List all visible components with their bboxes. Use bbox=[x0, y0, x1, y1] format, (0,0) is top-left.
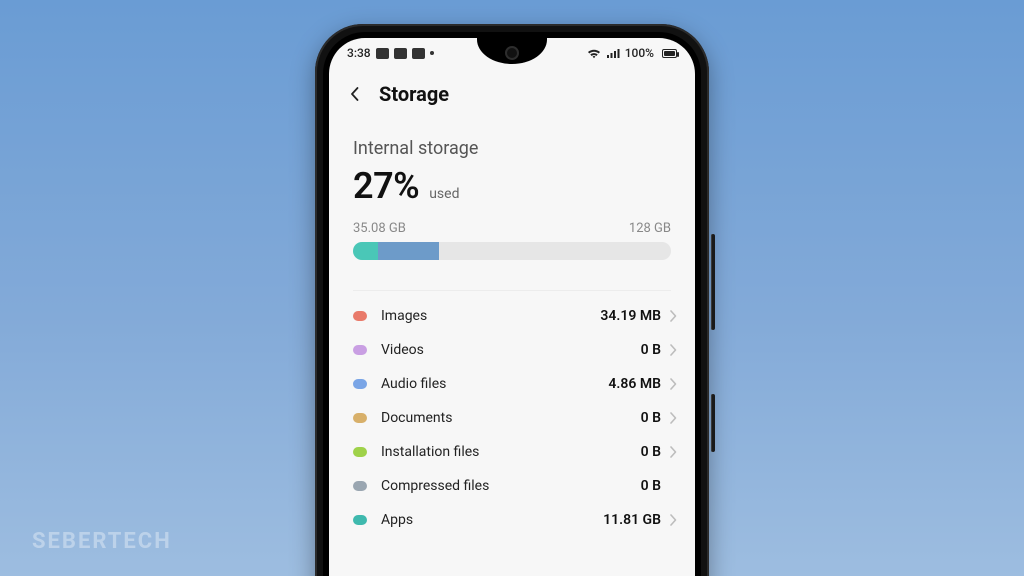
category-swatch bbox=[353, 515, 367, 525]
category-label: Images bbox=[367, 308, 600, 324]
category-label: Compressed files bbox=[367, 478, 641, 494]
category-value: 0 B bbox=[641, 444, 665, 460]
overview-used-amount: 35.08 GB bbox=[353, 221, 406, 236]
category-value: 0 B bbox=[641, 342, 665, 358]
back-button[interactable] bbox=[345, 84, 365, 104]
gallery-icon bbox=[376, 48, 389, 59]
category-value: 0 B bbox=[641, 478, 665, 494]
chevron-right-icon bbox=[665, 446, 681, 458]
category-row[interactable]: Audio files4.86 MB bbox=[353, 367, 681, 401]
chevron-right-icon bbox=[665, 344, 681, 356]
category-label: Audio files bbox=[367, 376, 608, 392]
category-row[interactable]: Documents0 B bbox=[353, 401, 681, 435]
category-value: 34.19 MB bbox=[600, 308, 665, 324]
usage-bar-segment bbox=[378, 242, 438, 260]
signal-icon bbox=[606, 48, 620, 59]
overview-section-label: Internal storage bbox=[353, 138, 671, 159]
battery-text: 100% bbox=[625, 46, 654, 60]
category-swatch bbox=[353, 481, 367, 491]
usage-bar bbox=[353, 242, 671, 260]
chevron-right-icon bbox=[665, 412, 681, 424]
status-time: 3:38 bbox=[347, 46, 371, 60]
category-value: 4.86 MB bbox=[608, 376, 665, 392]
page-title: Storage bbox=[379, 82, 449, 106]
more-dot-icon bbox=[430, 51, 434, 55]
chevron-right-icon bbox=[665, 378, 681, 390]
storage-overview: Internal storage 27% used 35.08 GB 128 G… bbox=[329, 112, 695, 270]
overview-percent: 27% bbox=[353, 165, 419, 207]
phone-bezel: 3:38 100% bbox=[323, 32, 701, 576]
page-header: Storage bbox=[329, 68, 695, 112]
watermark: SEBERTECH bbox=[32, 529, 172, 554]
overview-used-label: used bbox=[429, 186, 459, 202]
screenshot-icon bbox=[394, 48, 407, 59]
chevron-right-icon bbox=[665, 514, 681, 526]
battery-icon bbox=[659, 49, 677, 58]
category-swatch bbox=[353, 413, 367, 423]
usage-bar-segment bbox=[353, 242, 378, 260]
category-list: Images34.19 MBVideos0 BAudio files4.86 M… bbox=[329, 299, 695, 537]
category-label: Documents bbox=[367, 410, 641, 426]
divider bbox=[353, 290, 671, 291]
category-row[interactable]: Installation files0 B bbox=[353, 435, 681, 469]
phone-frame: 3:38 100% bbox=[315, 24, 709, 576]
category-swatch bbox=[353, 345, 367, 355]
power-button[interactable] bbox=[711, 394, 715, 452]
volume-button[interactable] bbox=[711, 234, 715, 330]
category-row[interactable]: Apps11.81 GB bbox=[353, 503, 681, 537]
category-label: Installation files bbox=[367, 444, 641, 460]
category-label: Apps bbox=[367, 512, 603, 528]
category-swatch bbox=[353, 379, 367, 389]
category-row[interactable]: Images34.19 MB bbox=[353, 299, 681, 333]
category-row[interactable]: Compressed files0 B bbox=[353, 469, 681, 503]
category-value: 0 B bbox=[641, 410, 665, 426]
category-swatch bbox=[353, 447, 367, 457]
category-swatch bbox=[353, 311, 367, 321]
category-label: Videos bbox=[367, 342, 641, 358]
screen: 3:38 100% bbox=[329, 38, 695, 576]
category-value: 11.81 GB bbox=[603, 512, 665, 528]
chevron-right-icon bbox=[665, 310, 681, 322]
category-row[interactable]: Videos0 B bbox=[353, 333, 681, 367]
recording-icon bbox=[412, 48, 425, 59]
wifi-icon bbox=[587, 48, 601, 59]
overview-total-amount: 128 GB bbox=[629, 221, 671, 236]
